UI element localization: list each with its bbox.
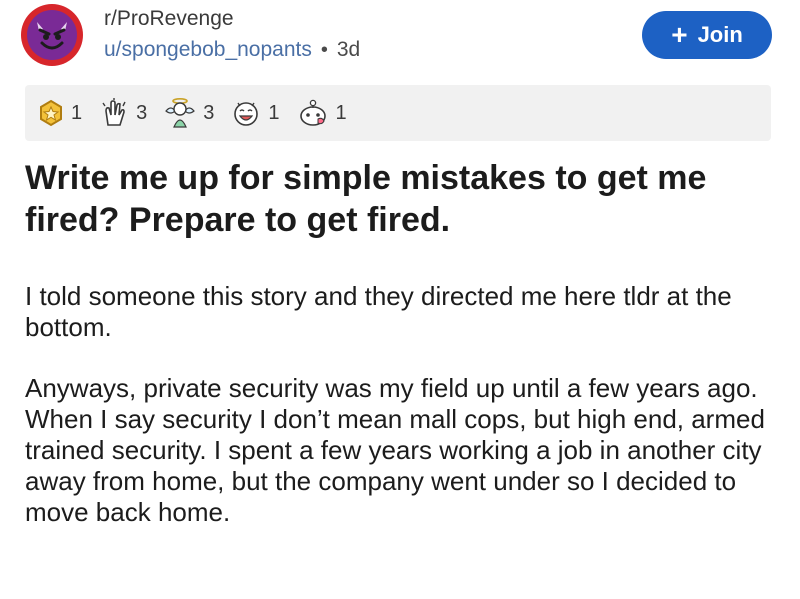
wholesome-icon (296, 97, 330, 129)
award-count: 1 (268, 101, 280, 124)
award-praise[interactable]: 3 (98, 97, 147, 129)
award-wholesome[interactable]: 1 (296, 97, 347, 129)
post-title[interactable]: Write me up for simple mistakes to get m… (25, 157, 785, 241)
angel-icon (163, 97, 197, 129)
plus-icon: + (671, 19, 688, 50)
post-body-paragraph: Anyways, private security was my field u… (25, 373, 765, 527)
laughing-face-icon (230, 97, 262, 129)
praise-hands-icon (98, 97, 130, 129)
subreddit-avatar[interactable] (21, 4, 83, 66)
subreddit-name[interactable]: r/ProRevenge (104, 7, 234, 31)
reddit-post: r/ProRevenge u/spongebob_nopants • 3d + … (0, 0, 800, 599)
gold-medal-icon (37, 99, 65, 127)
author-link[interactable]: u/spongebob_nopants (104, 38, 312, 62)
post-header: r/ProRevenge u/spongebob_nopants • 3d + … (0, 0, 800, 82)
award-count: 1 (335, 101, 347, 124)
award-count: 1 (71, 101, 83, 124)
award-count: 3 (203, 101, 215, 124)
meta-separator: • (320, 38, 328, 61)
post-meta: u/spongebob_nopants • 3d (104, 38, 360, 62)
award-gold[interactable]: 1 (37, 99, 82, 127)
award-count: 3 (136, 101, 148, 124)
join-button[interactable]: + Join (642, 11, 772, 59)
post-age: 3d (336, 38, 361, 61)
join-button-label: Join (697, 22, 743, 47)
awards-bar[interactable]: 1 3 3 1 1 (25, 85, 771, 141)
post-body-paragraph: I told someone this story and they direc… (25, 281, 732, 342)
award-laughing[interactable]: 1 (230, 97, 280, 129)
award-angel[interactable]: 3 (163, 97, 214, 129)
devil-face-icon (27, 10, 77, 60)
